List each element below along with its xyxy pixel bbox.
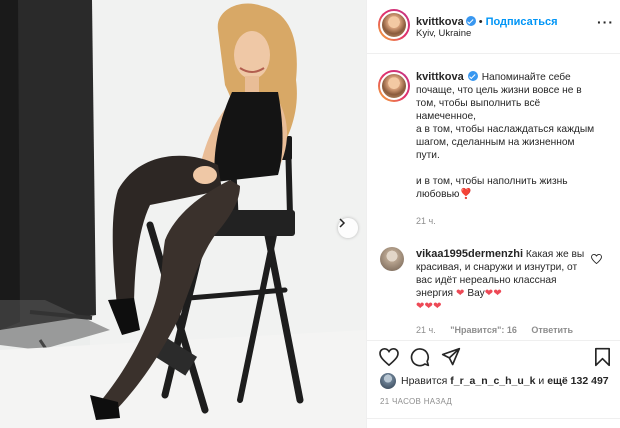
commenter-avatar[interactable]	[380, 247, 404, 271]
liker-username[interactable]: f_r_a_n_c_h_u_k	[450, 375, 535, 387]
comment-meta: 21 ч. "Нравится": 16 Ответить	[416, 325, 585, 335]
comment-likes[interactable]: "Нравится": 16	[450, 325, 517, 335]
comment-wow: Вау	[467, 288, 485, 299]
photo-illustration	[0, 0, 366, 428]
post-caption: kvittkova Напоминайте себе почаще, что це…	[416, 71, 596, 201]
follow-button[interactable]: Подписаться	[486, 16, 558, 28]
author-avatar[interactable]	[378, 9, 410, 41]
more-options-icon[interactable]: ···	[597, 14, 614, 30]
comment-icon[interactable]	[410, 347, 430, 367]
comment-heart-inline: ❤	[455, 288, 465, 299]
paper-plane-icon[interactable]	[441, 347, 461, 367]
chevron-right-icon	[339, 218, 346, 228]
caption-body: Напоминайте себе почаще, что цель жизни …	[416, 72, 595, 200]
verified-badge-icon	[467, 71, 478, 81]
caption-avatar[interactable]	[378, 70, 410, 102]
post-timestamp[interactable]: 21 ЧАСОВ НАЗАД	[380, 397, 452, 406]
verified-badge-icon	[465, 16, 476, 26]
heart-icon[interactable]	[379, 348, 399, 366]
next-photo-button[interactable]	[338, 218, 358, 238]
separator-dot: •	[478, 16, 483, 28]
caption-time[interactable]: 21 ч.	[416, 216, 436, 226]
bookmark-icon[interactable]	[594, 347, 611, 367]
comment-reply-button[interactable]: Ответить	[531, 325, 573, 335]
likes-count[interactable]: ещё 132 497	[547, 375, 608, 387]
author-username[interactable]: kvittkova	[416, 16, 464, 28]
commenter-username[interactable]: vikaa1995dermenzhi	[416, 248, 523, 260]
liker-avatar[interactable]	[380, 373, 396, 389]
likes-summary: Нравится f_r_a_n_c_h_u_k и ещё 132 497	[380, 373, 609, 389]
likes-joiner: и	[538, 375, 545, 387]
comment-hearts-trail: ❤❤	[484, 288, 502, 299]
caption-emoji: ❣️	[459, 189, 473, 200]
comment-like-heart-icon[interactable]	[591, 254, 602, 264]
post-location[interactable]: Kyiv, Ukraine	[416, 28, 471, 39]
comment-hearts-line2: ❤❤❤	[416, 301, 442, 312]
caption-username[interactable]: kvittkova	[416, 71, 464, 83]
comment: vikaa1995dermenzhi Какая же вы красивая,…	[416, 248, 586, 313]
post-photo[interactable]	[0, 0, 366, 428]
add-comment-area[interactable]	[366, 418, 620, 428]
comment-time[interactable]: 21 ч.	[416, 325, 436, 335]
likes-prefix: Нравится	[401, 375, 448, 387]
